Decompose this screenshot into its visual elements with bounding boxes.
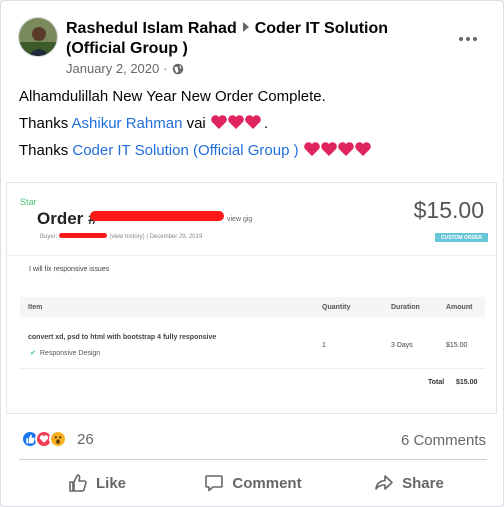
buyer-line: Buyer: (view history) | December 29, 2019 [40, 233, 202, 240]
avatar-photo [19, 18, 57, 56]
heart-emoji-icon [211, 115, 261, 129]
globe-icon[interactable] [172, 63, 184, 75]
like-label: Like [95, 474, 126, 492]
header-item: Item [28, 303, 43, 311]
comments-count[interactable]: 6 Comments [401, 432, 486, 449]
table-header: Item Quantity Duration Amount [20, 297, 485, 317]
star-label: Star [20, 197, 37, 207]
divider [7, 255, 496, 256]
order-price: $15.00 [413, 197, 484, 223]
custom-order-badge: CUSTOM ORDER [435, 233, 488, 242]
period-text: . [263, 115, 269, 132]
comment-icon [205, 475, 224, 492]
heart-emoji-icon [303, 142, 371, 156]
post-card: Rashedul Islam Rahad Coder IT Solution (O… [0, 0, 504, 507]
order-description: I will fix responsive issues [29, 266, 110, 273]
post-header: Rashedul Islam Rahad Coder IT Solution (O… [66, 19, 446, 59]
mention-link-ashikur[interactable]: Ashikur Rahman [72, 115, 183, 132]
share-button[interactable]: Share [331, 467, 487, 499]
row-item: convert xd, psd to html with bootstrap 4… [28, 334, 217, 341]
post-text-line-2: Thanks Ashikur Rahman vai . [19, 113, 268, 134]
order-date: December 29, 2019 [149, 234, 203, 240]
wow-reaction-icon [49, 430, 67, 448]
reactions-summary[interactable]: 26 [21, 430, 94, 448]
arrow-right-icon [242, 22, 249, 32]
reaction-count[interactable]: 26 [77, 431, 94, 448]
avatar[interactable] [18, 17, 58, 57]
author-name[interactable]: Rashedul Islam Rahad [66, 20, 237, 37]
more-options-icon[interactable] [453, 29, 483, 49]
mention-link-group[interactable]: Coder IT Solution (Official Group ) [72, 142, 298, 159]
total-row: Total $15.00 [20, 369, 485, 395]
post-meta: January 2, 2020 · [66, 61, 184, 76]
check-icon: ✔ [30, 350, 36, 357]
share-arrow-icon [375, 475, 393, 490]
order-table: Item Quantity Duration Amount convert xd… [20, 297, 485, 395]
order-screenshot[interactable]: Star Order # view gig Buyer: (view histor… [6, 182, 497, 414]
thanks-text: Thanks [19, 115, 72, 132]
row-sub-label: Responsive Design [39, 350, 101, 357]
header-quantity: Quantity [322, 303, 351, 311]
row-quantity: 1 [322, 342, 326, 349]
total-label: Total [428, 379, 445, 386]
separator: | [146, 234, 148, 240]
divider [19, 459, 487, 460]
comment-label: Comment [232, 474, 302, 492]
share-label: Share [402, 474, 444, 492]
thanks-text-2: Thanks [19, 142, 73, 159]
row-sub-item: ✔ Responsive Design [30, 349, 100, 357]
header-amount: Amount [446, 303, 473, 311]
meta-dot: · [163, 61, 168, 76]
buyer-label: Buyer: [40, 234, 58, 240]
view-history-link: (view history) [109, 234, 145, 240]
comment-button[interactable]: Comment [175, 467, 331, 499]
table-row: convert xd, psd to html with bootstrap 4… [20, 317, 485, 369]
like-button[interactable]: Like [19, 467, 175, 499]
thumbs-up-icon [69, 474, 87, 492]
order-title: Order # [37, 209, 98, 228]
post-date[interactable]: January 2, 2020 [66, 61, 159, 76]
post-text-line-3: Thanks Coder IT Solution (Official Group… [19, 140, 375, 161]
header-duration: Duration [391, 303, 420, 311]
total-value: $15.00 [456, 379, 478, 386]
post-actions: Like Comment Share [19, 467, 487, 499]
row-amount: $15.00 [446, 342, 468, 349]
view-gig-link: view gig [227, 216, 253, 223]
redacted-buyer [59, 233, 108, 238]
vai-text: vai [182, 115, 206, 132]
redacted-order-number [90, 211, 224, 221]
row-duration: 3 Days [391, 342, 413, 349]
post-text-line-1: Alhamdulillah New Year New Order Complet… [19, 88, 326, 105]
